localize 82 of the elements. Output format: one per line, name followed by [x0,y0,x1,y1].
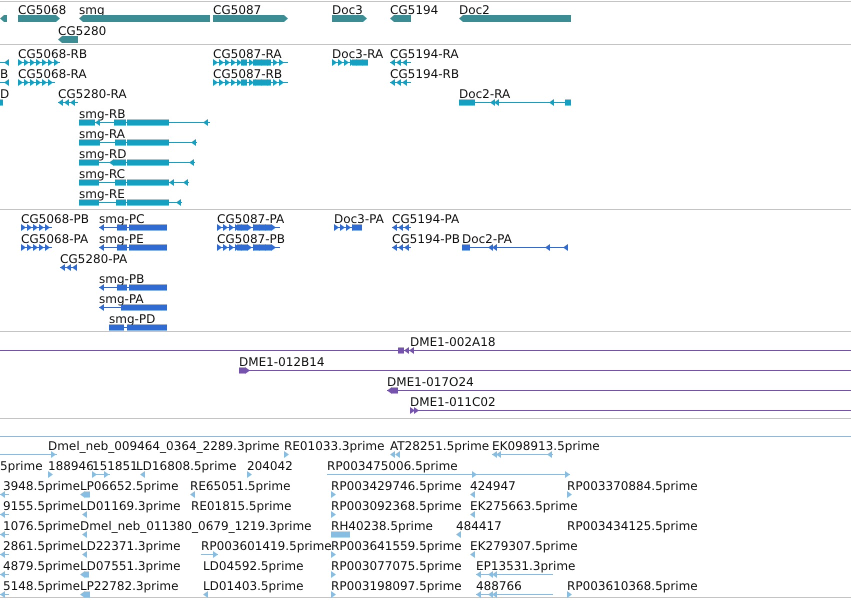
feature-label: CG5087-RB [213,67,282,81]
feature-label: CG5087 [213,3,262,17]
feature-label: Dmel_neb_011380_0679_1219.3prime [80,519,312,533]
feature-label: RP003370884.5prime [567,479,698,493]
feature-label: CG5068-PA [21,232,88,246]
feature-label: 484417 [456,519,502,533]
feature-label: smg-PD [109,312,156,326]
feature-label: 5148.5prime [3,579,80,593]
feature-label: smg-PA [99,292,144,306]
feature-label: CG5194-PA [392,212,460,226]
feature-label: Doc2-PA [462,232,512,246]
feature-label: EK279307.5prime [470,539,578,553]
feature-label: LD07551.3prime [80,559,181,573]
feature-label: smg-RC [79,167,126,181]
feature-label: smg-PE [99,232,144,246]
feature-label: Doc3 [332,3,363,17]
feature-label: RE01815.5prime [191,499,292,513]
feature-label: CG5280-PA [60,252,128,266]
feature-label: 424947 [470,479,516,493]
feature-label: CG5194 [390,3,438,17]
feature-label: 5prime [0,459,43,473]
feature-label: smg-PC [99,212,145,226]
feature-label: CG5194-PB [392,232,460,246]
feature-label: LD01403.5prime [203,579,304,593]
feature-label: DME1-012B14 [239,355,325,369]
feature-label: DME1-002A18 [410,335,496,349]
feature-label: CG5068-PB [21,212,90,226]
feature-label: B [0,67,8,81]
feature-label: smg-RD [79,147,126,161]
feature-label: 2861.5prime [3,539,80,553]
feature-label: CG5194-RB [390,67,460,81]
feature-label: RP003077075.5prime [331,559,462,573]
feature-label: RP003434125.5prime [567,519,698,533]
feature-label: Doc2 [459,3,490,17]
feature-label: LD16808.5prime [136,459,237,473]
feature-label: DME1-017O24 [387,375,474,389]
feature-label: RP003601419.5prime [201,539,332,553]
feature-label: CG5087-RA [213,47,282,61]
feature-label: CG5280-RA [58,87,127,101]
feature-label: LD22371.3prime [80,539,181,553]
feature-label: CG5068-RB [18,47,88,61]
feature-label: 488766 [476,579,522,593]
feature-label: smg-RE [79,187,125,201]
feature-label: LP22782.3prime [80,579,179,593]
feature-label: RH40238.5prime [331,519,433,533]
feature-label: EP13531.3prime [476,559,576,573]
feature-label: 9155.5prime [3,499,80,513]
feature-label: EK275663.5prime [470,499,578,513]
feature-label: 1076.5prime [3,519,80,533]
feature-label: 151851 [92,459,138,473]
feature-label: D [0,87,10,101]
feature-label: RP003198097.5prime [331,579,462,593]
feature-label: Doc3-PA [334,212,384,226]
feature-label: CG5280 [58,24,106,38]
feature-label: CG5068-RA [18,67,87,81]
feature-label: AT28251.5prime [390,439,490,453]
feature-label: CG5087-PB [217,232,286,246]
feature-label: CG5194-RA [390,47,459,61]
feature-label: DME1-011C02 [410,395,496,409]
feature-label: LD04592.5prime [203,559,304,573]
feature-label: smg-RB [79,107,126,121]
feature-label: LP06652.5prime [80,479,179,493]
feature-label: RP003092368.5prime [331,499,462,513]
feature-label: RE01033.3prime [284,439,384,453]
feature-label: RE65051.5prime [190,479,290,493]
feature-label: RP003610368.5prime [567,579,698,593]
feature-label: Doc2-RA [459,87,510,101]
feature-label: EK098913.5prime [492,439,600,453]
feature-label: RP003475006.5prime [327,459,458,473]
feature-label: smg-PB [99,272,144,286]
feature-label: 4879.5prime [3,559,80,573]
feature-label: Doc3-RA [332,47,384,61]
feature-label: CG5087-PA [217,212,284,226]
feature-label: Dmel_neb_009464_0364_2289.3prime [48,439,280,453]
feature-label: 188946 [48,459,94,473]
feature-label: 204042 [247,459,293,473]
feature-label: RP003641559.5prime [331,539,462,553]
feature-label: CG5068 [18,3,66,17]
feature-label: smg-RA [79,127,125,141]
feature-label: LD01169.3prime [80,499,181,513]
feature-label: 3948.5prime [3,479,80,493]
feature-label: RP003429746.5prime [331,479,462,493]
